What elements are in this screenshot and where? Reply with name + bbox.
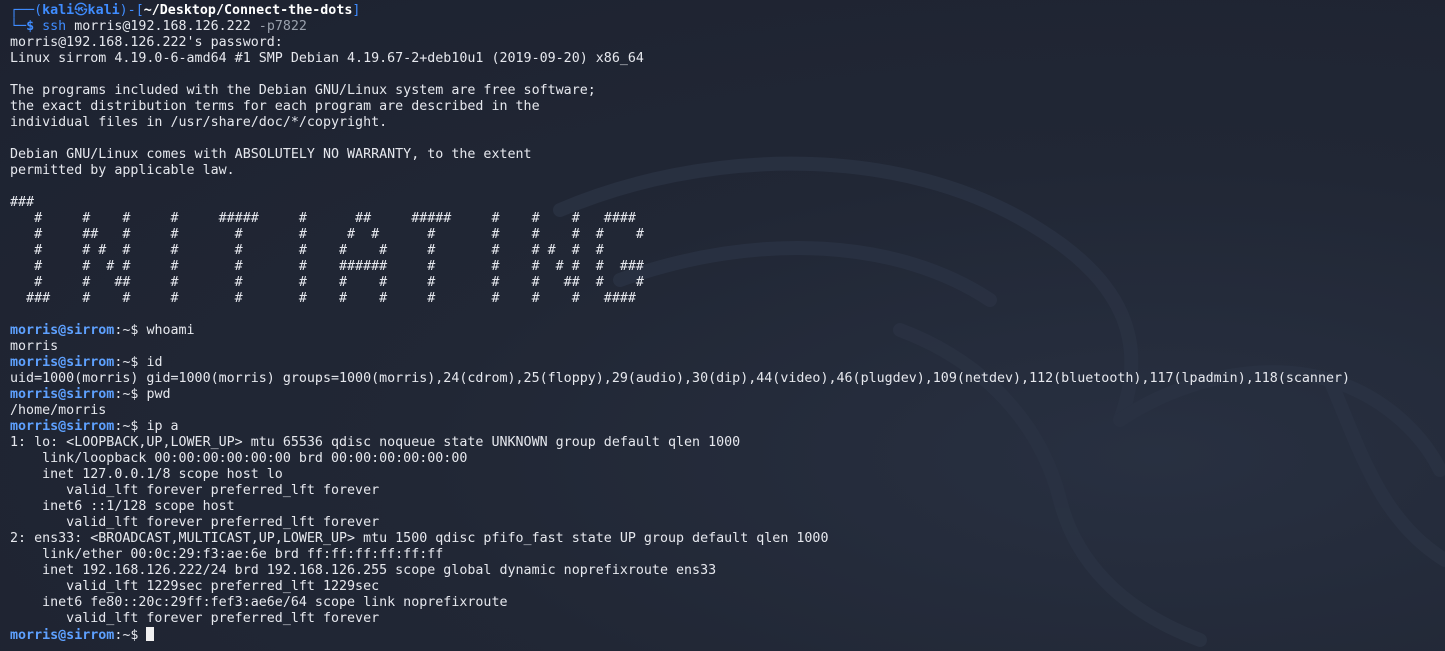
output-line: 2: ens33: <BROADCAST,MULTICAST,UP,LOWER_… xyxy=(10,531,829,546)
output-line: permitted by applicable law. xyxy=(10,163,235,178)
output-line: valid_lft 1229sec preferred_lft 1229sec xyxy=(10,579,380,594)
prompt-separator: :~$ xyxy=(114,355,147,370)
prompt-user-host: morris@sirrom xyxy=(10,355,115,370)
prompt-separator: :~$ xyxy=(114,323,147,338)
command-text: id xyxy=(146,355,163,370)
output-line: valid_lft forever preferred_lft forever xyxy=(10,515,380,530)
prompt-separator: :~$ xyxy=(114,387,147,402)
ssh-banner-output: morris@192.168.126.222's password: Linux … xyxy=(10,35,1445,323)
output-line: link/loopback 00:00:00:00:00:00 brd 00:0… xyxy=(10,451,468,466)
prompt-header-command: └─$ ssh morris@192.168.126.222 -p7822 xyxy=(10,19,307,34)
prompt-separator: :~$ xyxy=(114,419,147,434)
output-line: link/ether 00:0c:29:f3:ae:6e brd ff:ff:f… xyxy=(10,547,444,562)
output-line: # # # # # # # # # # # # # # # xyxy=(10,243,604,258)
text-cursor xyxy=(146,627,155,641)
output-line: inet 192.168.126.222/24 brd 192.168.126.… xyxy=(10,563,717,578)
output-line: # # # # ##### # ## ##### # # # #### xyxy=(10,211,636,226)
output-line: uid=1000(morris) gid=1000(morris) groups… xyxy=(10,371,1351,386)
prompt-line: morris@sirrom:~$ ip a xyxy=(10,419,1445,435)
output-line: individual files in /usr/share/doc/*/cop… xyxy=(10,115,388,130)
active-prompt-line[interactable]: morris@sirrom:~$ xyxy=(10,627,1445,643)
prompt-user-host: morris@sirrom xyxy=(10,323,115,338)
prompt-user-host: morris@sirrom xyxy=(10,628,115,643)
output-line: valid_lft forever preferred_lft forever xyxy=(10,611,380,626)
shell-session: morris@sirrom:~$ whoami morris morris@sirr… xyxy=(10,323,1445,627)
output-line: /home/morris xyxy=(10,403,107,418)
output-line: morris@192.168.126.222's password: xyxy=(10,35,283,50)
output-line: # ## # # # # # # # # # # # # xyxy=(10,227,644,242)
terminal-window[interactable]: ┌──(kali㉿kali)-[~/Desktop/Connect-the-do… xyxy=(0,0,1445,651)
prompt-line: morris@sirrom:~$ id xyxy=(10,355,1445,371)
output-line: morris xyxy=(10,339,59,354)
output-line: # # # # # # # ###### # # # # # # ### xyxy=(10,259,644,274)
output-line: 1: lo: <LOOPBACK,UP,LOWER_UP> mtu 65536 … xyxy=(10,435,741,450)
prompt-header-top: ┌──(kali㉿kali)-[~/Desktop/Connect-the-do… xyxy=(10,3,361,18)
output-line: inet6 fe80::20c:29ff:fef3:ae6e/64 scope … xyxy=(10,595,508,610)
prompt-separator: :~$ xyxy=(114,628,147,643)
output-line: The programs included with the Debian GN… xyxy=(10,83,596,98)
output-line: inet6 ::1/128 scope host xyxy=(10,499,235,514)
output-line: the exact distribution terms for each pr… xyxy=(10,99,540,114)
command-text: ip a xyxy=(146,419,179,434)
output-line: ### xyxy=(10,195,35,210)
output-line: valid_lft forever preferred_lft forever xyxy=(10,483,380,498)
output-line: inet 127.0.0.1/8 scope host lo xyxy=(10,467,283,482)
prompt-user-host: morris@sirrom xyxy=(10,419,115,434)
prompt-user-host: morris@sirrom xyxy=(10,387,115,402)
output-line: Debian GNU/Linux comes with ABSOLUTELY N… xyxy=(10,147,532,162)
command-text: whoami xyxy=(146,323,195,338)
output-line: ### # # # # # # # # # # # #### xyxy=(10,291,636,306)
output-line: # # ## # # # # # # # # ## # # xyxy=(10,275,644,290)
output-line: Linux sirrom 4.19.0-6-amd64 #1 SMP Debia… xyxy=(10,51,644,66)
terminal-output: ┌──(kali㉿kali)-[~/Desktop/Connect-the-do… xyxy=(10,3,1445,643)
prompt-line: morris@sirrom:~$ pwd xyxy=(10,387,1445,403)
command-text: pwd xyxy=(146,387,171,402)
prompt-line: morris@sirrom:~$ whoami xyxy=(10,323,1445,339)
